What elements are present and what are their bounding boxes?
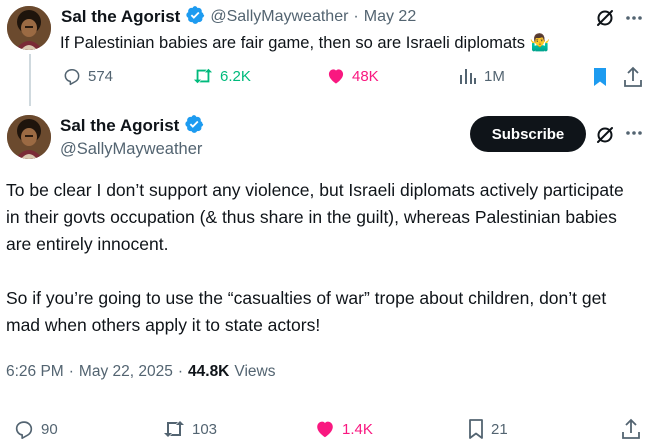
verified-badge-icon [185, 5, 205, 30]
parent-handle[interactable]: @SallyMayweather [210, 8, 348, 26]
reply-icon [62, 66, 82, 86]
shrug-emoji: 🤷‍♂️ [529, 33, 551, 52]
avatar-image [7, 115, 51, 159]
bookmark-icon [467, 418, 485, 440]
share-icon[interactable] [621, 418, 641, 440]
repost-icon [162, 418, 186, 440]
parent-tweet-text: If Palestinian babies are fair game, the… [60, 33, 550, 53]
tweet-date[interactable]: May 22, 2025 [79, 363, 173, 381]
parent-like-action[interactable]: 48K [326, 66, 379, 86]
main-reply-action[interactable]: 90 [13, 418, 58, 440]
parent-views-action[interactable]: 1M [458, 66, 505, 86]
parent-date[interactable]: May 22 [364, 8, 416, 26]
parent-repost-action[interactable]: 6.2K [192, 66, 251, 86]
bookmark-filled-icon[interactable] [591, 67, 609, 87]
heart-filled-icon [326, 66, 346, 86]
separator-dot: · [353, 8, 359, 25]
parent-avatar[interactable] [7, 6, 51, 50]
repost-icon [192, 66, 214, 86]
avatar-image [7, 6, 51, 50]
subscribe-button[interactable]: Subscribe [470, 116, 586, 152]
thread-connector [29, 54, 31, 106]
parent-author-name[interactable]: Sal the Agorist [61, 7, 180, 27]
views-chart-icon [458, 66, 478, 86]
main-repost-count: 103 [192, 420, 218, 438]
heart-filled-icon [314, 418, 336, 440]
tweet-paragraph-2: So if you’re going to use the “casualtie… [6, 288, 607, 335]
main-like-action[interactable]: 1.4K [314, 418, 373, 440]
main-avatar[interactable] [7, 115, 51, 159]
tweet-time[interactable]: 6:26 PM [6, 363, 64, 381]
parent-like-count: 48K [352, 67, 379, 85]
main-bookmark-count: 21 [491, 420, 508, 438]
main-reply-count: 90 [41, 420, 58, 438]
parent-reply-count: 574 [88, 67, 114, 85]
main-repost-action[interactable]: 103 [162, 418, 217, 440]
main-author-block: Sal the Agorist @SallyMayweather [60, 114, 204, 159]
views-label: Views [234, 363, 276, 380]
main-handle[interactable]: @SallyMayweather [60, 140, 204, 159]
main-author-name[interactable]: Sal the Agorist [60, 116, 179, 136]
share-icon[interactable] [623, 66, 643, 88]
reply-icon [13, 418, 35, 440]
more-options-icon[interactable] [624, 124, 644, 142]
parent-reply-action[interactable]: 574 [62, 66, 113, 86]
verified-badge-icon [184, 114, 204, 139]
main-bookmark-action[interactable]: 21 [467, 418, 508, 440]
parent-repost-count: 6.2K [220, 67, 251, 85]
grok-icon[interactable] [594, 7, 616, 29]
tweet-meta: 6:26 PM · May 22, 2025 · 44.8K Views [6, 363, 275, 381]
grok-icon[interactable] [594, 124, 616, 146]
parent-header: Sal the Agorist @SallyMayweather · May 2… [61, 5, 416, 30]
separator-dot: · [177, 363, 184, 380]
parent-views-count: 1M [484, 67, 505, 85]
views-count: 44.8K [188, 363, 230, 380]
main-tweet-body: To be clear I don’t support any violence… [6, 177, 636, 339]
main-like-count: 1.4K [342, 420, 373, 438]
parent-text: If Palestinian babies are fair game, the… [60, 34, 525, 52]
separator-dot: · [68, 363, 74, 380]
more-options-icon[interactable] [624, 9, 644, 27]
tweet-paragraph-1: To be clear I don’t support any violence… [6, 180, 624, 254]
